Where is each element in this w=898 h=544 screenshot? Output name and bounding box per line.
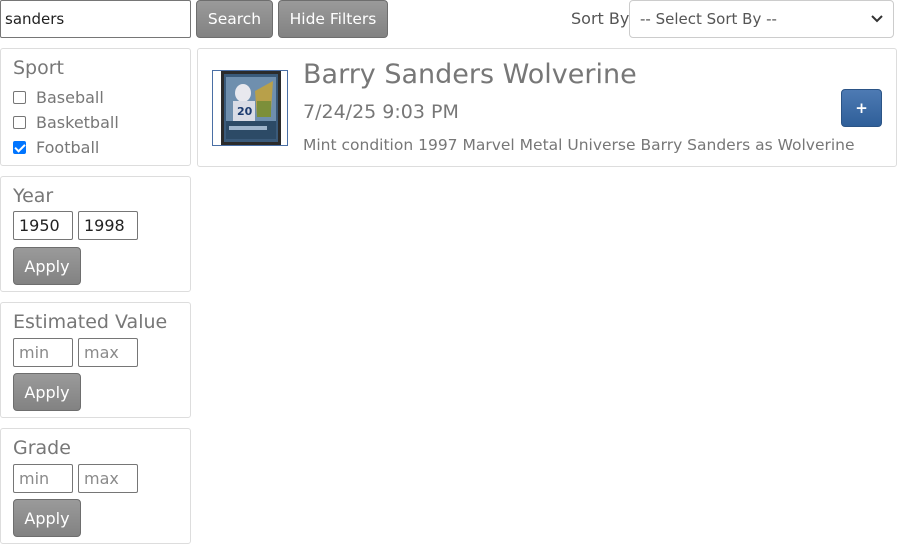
football-checkbox[interactable] [13,140,26,154]
year-apply-label: Apply [24,256,70,276]
grade-min-placeholder: min [19,469,50,488]
grade-max-placeholder: max [84,469,119,488]
card-date: 7/24/25 9:03 PM [303,101,459,123]
grade-min-input[interactable]: min [13,464,73,493]
search-button-label: Search [207,10,262,28]
estimated-value-apply-button[interactable]: Apply [13,373,81,411]
football-label: Football [36,137,100,157]
estimated-value-filter-title: Estimated Value [13,311,168,333]
basketball-label: Basketball [36,112,119,132]
year-max-value: 1998 [84,216,125,235]
hide-filters-label: Hide Filters [289,10,377,28]
grade-apply-button[interactable]: Apply [13,499,81,537]
baseball-label: Baseball [36,87,104,107]
year-min-value: 1950 [19,216,60,235]
plus-icon: + [855,99,868,117]
grade-filter-panel: Grade min max Apply [0,428,191,544]
estimated-value-max-placeholder: max [84,343,119,362]
estimated-value-min-input[interactable]: min [13,338,73,367]
card-image-icon: 20 [221,71,281,145]
sport-option-football[interactable]: Football [13,137,99,157]
estimated-value-filter-panel: Estimated Value min max Apply [0,302,191,418]
sport-option-baseball[interactable]: Baseball [13,87,104,107]
baseball-checkbox[interactable] [13,90,26,104]
search-button[interactable]: Search [196,0,273,38]
grade-filter-title: Grade [13,437,71,459]
year-min-input[interactable]: 1950 [13,211,73,240]
sort-by-label: Sort By [571,9,630,28]
estimated-value-max-input[interactable]: max [78,338,138,367]
card-description: Mint condition 1997 Marvel Metal Univers… [303,136,855,154]
card-title[interactable]: Barry Sanders Wolverine [303,59,637,90]
sort-by-select[interactable]: -- Select Sort By -- [629,0,894,38]
sport-option-basketball[interactable]: Basketball [13,112,119,132]
year-filter-panel: Year 1950 1998 Apply [0,176,191,292]
add-card-button[interactable]: + [841,89,882,127]
estimated-value-min-placeholder: min [19,343,50,362]
sport-filter-title: Sport [13,57,65,79]
year-filter-title: Year [13,185,54,207]
grade-apply-label: Apply [24,508,70,528]
sort-by-selected: -- Select Sort By -- [640,10,777,28]
search-input-value: sanders [5,10,65,28]
estimated-value-apply-label: Apply [24,382,70,402]
sport-filter-panel: Sport Baseball Basketball Football [0,48,191,166]
search-input[interactable]: sanders [0,0,191,38]
chevron-down-icon [871,12,883,26]
result-card: 20 Barry Sanders Wolverine 7/24/25 9:03 … [197,48,897,167]
svg-text:20: 20 [237,105,253,118]
year-apply-button[interactable]: Apply [13,247,81,285]
card-thumbnail[interactable]: 20 [212,70,288,146]
basketball-checkbox[interactable] [13,115,26,129]
year-max-input[interactable]: 1998 [78,211,138,240]
hide-filters-button[interactable]: Hide Filters [278,0,388,38]
grade-max-input[interactable]: max [78,464,138,493]
